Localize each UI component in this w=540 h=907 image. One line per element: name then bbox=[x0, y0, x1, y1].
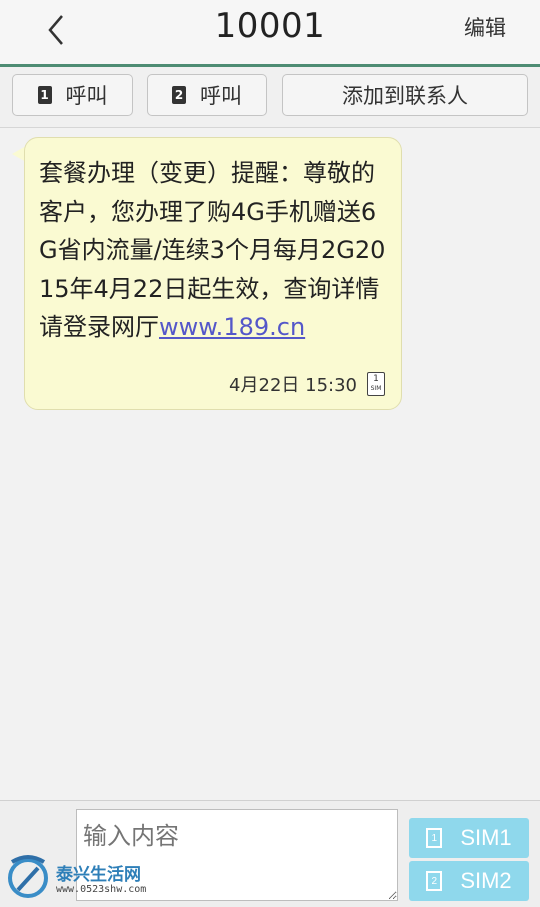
send-sim2-button[interactable]: 2 SIM2 bbox=[409, 861, 529, 901]
app-header: 10001 编辑 bbox=[0, 0, 540, 64]
sim2-send-icon: 2 bbox=[426, 871, 443, 891]
send-sim1-button[interactable]: 1 SIM1 bbox=[409, 818, 529, 858]
edit-button[interactable]: 编辑 bbox=[464, 12, 506, 42]
watermark-url: www.0523shw.com bbox=[56, 884, 147, 895]
add-to-contacts-button[interactable]: 添加到联系人 bbox=[282, 74, 528, 116]
send-sim1-label: SIM1 bbox=[460, 825, 512, 850]
call-sim1-button[interactable]: 1 呼叫 bbox=[12, 74, 133, 116]
watermark-name: 泰兴生活网 bbox=[56, 865, 141, 885]
watermark: 泰兴生活网 www.0523shw.com bbox=[4, 852, 164, 902]
call-label: 呼叫 bbox=[200, 84, 242, 108]
page-title: 10001 bbox=[214, 6, 326, 46]
sim-card-number: 1 bbox=[373, 374, 379, 384]
watermark-logo-icon bbox=[8, 855, 48, 898]
call-sim2-button[interactable]: 2 呼叫 bbox=[147, 74, 267, 116]
sim-card-text: SIM bbox=[370, 385, 382, 392]
message-text: 套餐办理（变更）提醒：尊敬的客户，您办理了购4G手机赠送6G省内流量/连续3个月… bbox=[39, 154, 387, 347]
call-label: 呼叫 bbox=[65, 84, 108, 108]
action-bar: 1 呼叫 2 呼叫 添加到联系人 bbox=[0, 67, 540, 128]
message-timestamp: 4月22日 15:30 bbox=[229, 375, 357, 396]
message-link[interactable]: www.189.cn bbox=[159, 313, 305, 341]
add-to-contacts-label: 添加到联系人 bbox=[342, 84, 468, 108]
message-meta: 4月22日 15:30 1 SIM bbox=[229, 371, 385, 397]
sim1-badge-icon: 1 bbox=[37, 86, 52, 104]
sim2-badge-icon: 2 bbox=[172, 86, 186, 104]
sim-card-icon: 1 SIM bbox=[367, 372, 385, 396]
message-bubble[interactable]: 套餐办理（变更）提醒：尊敬的客户，您办理了购4G手机赠送6G省内流量/连续3个月… bbox=[24, 137, 402, 410]
sim1-send-icon: 1 bbox=[426, 828, 443, 848]
send-sim2-label: SIM2 bbox=[460, 868, 512, 893]
